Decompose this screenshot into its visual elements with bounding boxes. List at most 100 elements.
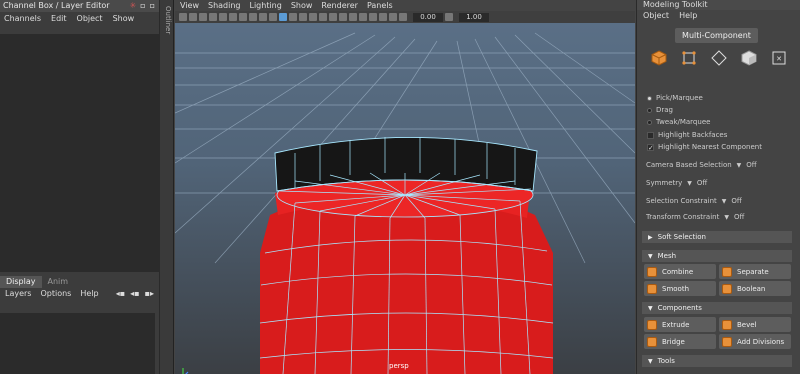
combine-label: Combine [662, 267, 694, 276]
multi-component-button[interactable]: Multi-Component [675, 28, 758, 43]
menu-show[interactable]: Show [113, 12, 135, 26]
anti-alias-icon[interactable] [359, 13, 367, 21]
viewport-persp[interactable]: persp [175, 23, 635, 374]
mesh-section[interactable]: ▼ Mesh [642, 250, 792, 262]
viewport-menu-bar: View Shading Lighting Show Renderer Pane… [175, 0, 635, 11]
grid-icon[interactable] [219, 13, 227, 21]
transform-constraint-row[interactable]: Transform Constraint ▼ Off [646, 211, 744, 223]
camera-based-selection-row[interactable]: Camera Based Selection ▼ Off [646, 159, 757, 171]
camera-icon[interactable] [179, 13, 187, 21]
highlight-backfaces-checkbox[interactable] [647, 131, 654, 139]
highlight-nearest-option[interactable]: ✓ Highlight Nearest Component [647, 141, 762, 153]
dropdown-arrow-icon[interactable]: ▼ [724, 214, 729, 221]
menu-object[interactable]: Object [77, 12, 103, 26]
maya-window: Channel Box / Layer Editor ✳ ▫ ▫ Channel… [0, 0, 800, 374]
tweak-marquee-radio[interactable] [647, 119, 652, 125]
menu-edit[interactable]: Edit [51, 12, 67, 26]
lights-icon[interactable] [319, 13, 327, 21]
drag-radio[interactable] [647, 107, 652, 113]
selection-constraint-value[interactable]: Off [731, 197, 741, 205]
edge-mode-icon[interactable] [709, 48, 729, 68]
mesh-section-label: Mesh [657, 252, 677, 260]
menu-renderer[interactable]: Renderer [321, 0, 358, 11]
ambient-occlusion-icon[interactable] [339, 13, 347, 21]
exposure-field[interactable]: 0.00 [413, 12, 443, 22]
xray-joints-icon[interactable] [389, 13, 397, 21]
layer-new-icon[interactable]: ◂▪ [116, 288, 125, 300]
tab-anim[interactable]: Anim [42, 276, 75, 288]
toolkit-menu-object[interactable]: Object [643, 10, 669, 21]
menu-view[interactable]: View [180, 0, 199, 11]
textured-icon[interactable] [309, 13, 317, 21]
axis-toggle-icon[interactable]: ✳ [129, 0, 136, 12]
smooth-button[interactable]: Smooth [644, 281, 716, 296]
boolean-button[interactable]: Boolean [719, 281, 791, 296]
add-divisions-icon [722, 336, 732, 347]
isolate-select-icon[interactable] [369, 13, 377, 21]
image-plane-icon[interactable] [209, 13, 217, 21]
menu-layers[interactable]: Layers [5, 288, 31, 300]
drag-option[interactable]: Drag [647, 104, 673, 116]
menu-help[interactable]: Help [80, 288, 98, 300]
soft-selection-section[interactable]: ▶ Soft Selection [642, 231, 792, 243]
layer-new-selected-icon[interactable]: ◂▪ [130, 288, 139, 300]
components-section[interactable]: ▼ Components [642, 302, 792, 314]
pick-marquee-option[interactable]: Pick/Marquee [647, 92, 703, 104]
film-gate-icon[interactable] [229, 13, 237, 21]
uv-mode-icon[interactable]: ✕ [769, 48, 789, 68]
panel-close-icon[interactable]: ▫ [150, 0, 155, 12]
menu-lighting[interactable]: Lighting [249, 0, 281, 11]
layer-list[interactable] [0, 313, 155, 374]
add-divisions-label: Add Divisions [737, 337, 785, 346]
symmetry-value[interactable]: Off [697, 179, 707, 187]
highlight-backfaces-option[interactable]: Highlight Backfaces [647, 129, 727, 141]
separate-button[interactable]: Separate [719, 264, 791, 279]
vertex-mode-icon[interactable] [679, 48, 699, 68]
camera-based-selection-value[interactable]: Off [746, 161, 756, 169]
combine-button[interactable]: Combine [644, 264, 716, 279]
menu-channels[interactable]: Channels [4, 12, 41, 26]
tweak-marquee-option[interactable]: Tweak/Marquee [647, 116, 710, 128]
safe-action-icon[interactable] [269, 13, 277, 21]
symmetry-row[interactable]: Symmetry ▼ Off [646, 177, 707, 189]
toolkit-menu-help[interactable]: Help [679, 10, 697, 21]
bridge-button[interactable]: Bridge [644, 334, 716, 349]
bevel-button[interactable]: Bevel [719, 317, 791, 332]
dropdown-arrow-icon[interactable]: ▼ [737, 162, 742, 169]
wireframe-on-shaded-icon[interactable] [299, 13, 307, 21]
face-mode-icon[interactable] [739, 48, 759, 68]
menu-options[interactable]: Options [40, 288, 71, 300]
extrude-button[interactable]: Extrude [644, 317, 716, 332]
tab-display[interactable]: Display [0, 276, 42, 288]
dropdown-arrow-icon[interactable]: ▼ [687, 180, 692, 187]
soft-selection-label: Soft Selection [657, 233, 706, 241]
object-mode-icon[interactable] [649, 48, 669, 68]
outliner-tab[interactable]: Outliner [160, 0, 174, 374]
wireframe-icon[interactable] [279, 13, 287, 21]
layer-add-icon[interactable]: ▪▸ [145, 288, 154, 300]
tools-section[interactable]: ▼ Tools [642, 355, 792, 367]
channel-box-content[interactable] [0, 34, 160, 272]
menu-shading[interactable]: Shading [208, 0, 241, 11]
gate-mask-icon[interactable] [249, 13, 257, 21]
shadows-icon[interactable] [329, 13, 337, 21]
smooth-shade-icon[interactable] [289, 13, 297, 21]
panel-float-icon[interactable]: ▫ [140, 0, 145, 12]
gamma-icon[interactable] [445, 13, 453, 21]
selection-constraint-row[interactable]: Selection Constraint ▼ Off [646, 195, 742, 207]
bookmark-icon[interactable] [199, 13, 207, 21]
add-divisions-button[interactable]: Add Divisions [719, 334, 791, 349]
menu-panels[interactable]: Panels [367, 0, 393, 11]
dropdown-arrow-icon[interactable]: ▼ [722, 198, 727, 205]
field-chart-icon[interactable] [259, 13, 267, 21]
resolution-gate-icon[interactable] [239, 13, 247, 21]
motion-blur-icon[interactable] [349, 13, 357, 21]
pick-marquee-radio[interactable] [647, 95, 652, 101]
xray-icon[interactable] [379, 13, 387, 21]
highlight-nearest-checkbox[interactable]: ✓ [647, 143, 654, 151]
transform-constraint-value[interactable]: Off [734, 213, 744, 221]
menu-show-viewport[interactable]: Show [291, 0, 313, 11]
lock-camera-icon[interactable] [189, 13, 197, 21]
gamma-field[interactable]: 1.00 [459, 12, 489, 22]
backface-icon[interactable] [399, 13, 407, 21]
